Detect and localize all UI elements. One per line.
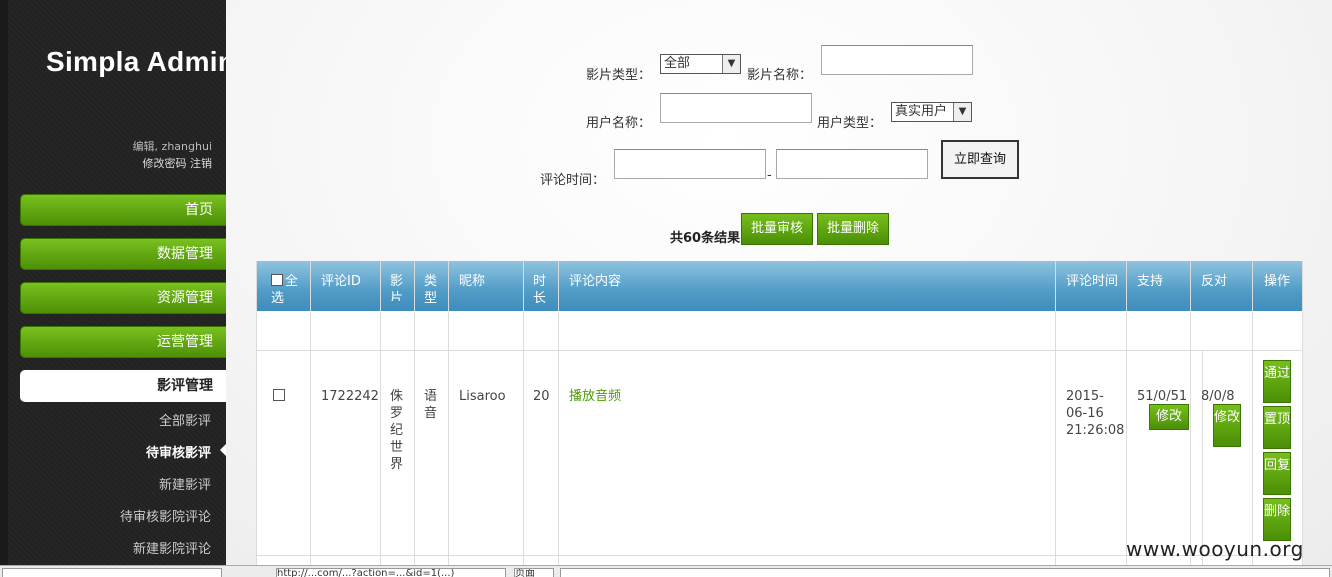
- select-all-checkbox[interactable]: [271, 274, 283, 286]
- nav-data-management[interactable]: 数据管理: [20, 238, 230, 270]
- approve-button[interactable]: 通过: [1263, 360, 1291, 403]
- time-range-dash: -: [767, 168, 772, 183]
- logout-link[interactable]: 注销: [190, 157, 212, 170]
- pin-top-button[interactable]: 置顶: [1263, 406, 1291, 449]
- delete-button[interactable]: 删除: [1263, 498, 1291, 541]
- sub-pending-reviews[interactable]: 待审核影评: [146, 442, 211, 461]
- header-select-all[interactable]: 全选: [271, 261, 309, 311]
- chevron-down-icon: ▼: [722, 55, 740, 73]
- batch-approve-button[interactable]: 批量审核: [741, 213, 813, 245]
- nav-review-management[interactable]: 影评管理: [20, 370, 230, 402]
- sub-new-review[interactable]: 新建影评: [159, 474, 211, 493]
- header-content: 评论内容: [569, 274, 622, 289]
- chevron-down-icon: ▼: [953, 103, 971, 121]
- header-type: 类型: [424, 274, 438, 306]
- comment-time-label: 评论时间：: [540, 173, 606, 188]
- play-audio-link[interactable]: 播放音频: [569, 388, 621, 405]
- cell-type: 语音: [424, 389, 438, 421]
- status-segment: [2, 568, 222, 577]
- user-name-input[interactable]: [660, 93, 812, 123]
- row-checkbox[interactable]: [273, 389, 285, 401]
- cell-nickname: Lisaroo: [459, 389, 506, 404]
- query-button[interactable]: 立即查询: [941, 140, 1019, 179]
- change-password-link[interactable]: 修改密码: [143, 157, 187, 170]
- movie-name-input[interactable]: [821, 45, 973, 75]
- cell-movie: 侏罗纪世界: [390, 389, 404, 472]
- header-time: 评论时间: [1066, 274, 1119, 289]
- nav-home[interactable]: 首页: [20, 194, 230, 226]
- main-content: 影片类型： 全部 ▼ 影片名称： 用户名称： 用户类型： 真实用户 ▼ 评论时间…: [226, 0, 1332, 565]
- cell-support: 51/0/51: [1137, 389, 1188, 404]
- user-name-label: 用户名称：: [586, 116, 652, 131]
- status-zoom: 页面: [514, 568, 554, 577]
- status-url: http://...com/...?action=...&id=1(...): [276, 568, 506, 577]
- comments-table: 全选 评论ID 影片名 类型 昵称 时长 评论内容 评论时间 支持 反对 操作 …: [256, 261, 1303, 565]
- status-segment-right: [560, 568, 1330, 577]
- status-bar: http://...com/...?action=...&id=1(...) 页…: [0, 565, 1332, 577]
- result-count: 共60条结果: [670, 231, 741, 246]
- brand-title: Simpla Admin: [46, 46, 236, 77]
- support-edit-button[interactable]: 修改: [1149, 404, 1189, 430]
- user-type-select[interactable]: 真实用户 ▼: [891, 102, 972, 122]
- user-type-label: 用户类型：: [817, 116, 883, 131]
- header-nickname: 昵称: [459, 274, 486, 289]
- nav-operations-management[interactable]: 运营管理: [20, 326, 230, 358]
- movie-type-select[interactable]: 全部 ▼: [660, 54, 741, 74]
- time-start-input[interactable]: [614, 149, 766, 179]
- sub-new-cinema-review[interactable]: 新建影院评论: [133, 538, 211, 557]
- header-movie: 影片名: [390, 274, 404, 301]
- oppose-edit-button[interactable]: 修改: [1213, 404, 1241, 447]
- sub-all-reviews[interactable]: 全部影评: [159, 410, 211, 429]
- cell-comment-id: 1722242: [321, 389, 379, 404]
- time-end-input[interactable]: [776, 149, 928, 179]
- watermark: www.wooyun.org: [1126, 537, 1304, 561]
- nav-resource-management[interactable]: 资源管理: [20, 282, 230, 314]
- movie-type-value: 全部: [664, 56, 691, 71]
- header-comment-id: 评论ID: [321, 274, 361, 289]
- header-action: 操作: [1264, 274, 1291, 289]
- batch-delete-button[interactable]: 批量删除: [817, 213, 889, 245]
- movie-type-label: 影片类型：: [586, 68, 652, 83]
- cell-time: 2015-06-16 21:26:08: [1066, 389, 1125, 438]
- profile-line: 编辑, zhanghui: [132, 140, 212, 153]
- cell-duration: 20: [533, 389, 550, 404]
- reply-button[interactable]: 回复: [1263, 452, 1291, 495]
- sub-pending-cinema-reviews[interactable]: 待审核影院评论: [120, 506, 211, 525]
- user-profile: 编辑, zhanghui 修改密码 注销: [133, 138, 212, 172]
- user-type-value: 真实用户: [895, 104, 948, 119]
- header-support: 支持: [1137, 274, 1164, 289]
- cell-oppose: 8/0/8: [1201, 389, 1235, 404]
- header-oppose: 反对: [1201, 274, 1228, 289]
- header-duration: 时长: [533, 274, 547, 306]
- sidebar: Simpla Admin 编辑, zhanghui 修改密码 注销 首页 数据管…: [0, 0, 235, 565]
- movie-name-label: 影片名称：: [747, 68, 813, 83]
